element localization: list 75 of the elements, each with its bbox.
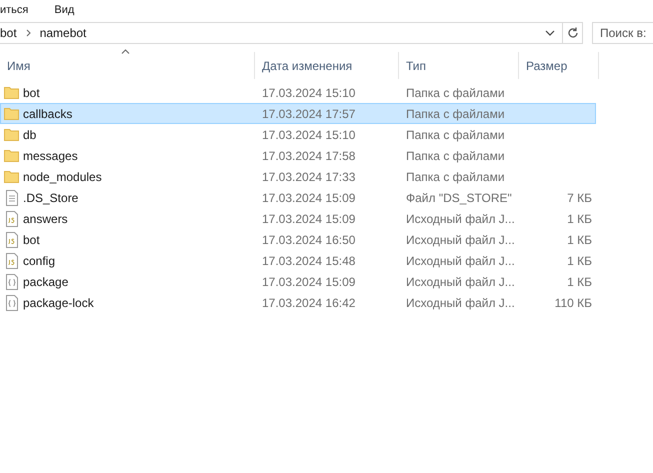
column-header[interactable]: Имя	[0, 52, 255, 79]
menu-item[interactable]: иться	[0, 2, 28, 18]
file-name: db	[23, 126, 36, 144]
file-name: node_modules	[23, 168, 102, 186]
type-cell: Исходный файл J...	[406, 232, 515, 246]
file-row[interactable]: node_modules 17.03.2024 17:33 Папка с файлами	[0, 166, 596, 187]
date-cell: 17.03.2024 16:50	[262, 232, 356, 246]
type-cell: Исходный файл J...	[406, 296, 515, 310]
chevron-down-icon[interactable]	[545, 30, 555, 36]
date-cell: 17.03.2024 17:58	[262, 148, 356, 162]
file-row[interactable]: answers 17.03.2024 15:09 Исходный файл J... 1 КБ	[0, 208, 596, 229]
type-cell: Папка с файлами	[406, 106, 505, 120]
size-cell: 1 КБ	[567, 274, 592, 288]
breadcrumb-item[interactable]: bot	[0, 24, 17, 42]
date-cell: 17.03.2024 15:09	[262, 190, 356, 204]
folder-icon	[4, 84, 19, 100]
file-name: bot	[23, 84, 40, 102]
file-row[interactable]: db 17.03.2024 15:10 Папка с файлами	[0, 124, 596, 145]
type-cell: Исходный файл J...	[406, 254, 515, 268]
file-row[interactable]: bot 17.03.2024 16:50 Исходный файл J... 1 КБ	[0, 229, 596, 250]
date-cell: 17.03.2024 15:09	[262, 274, 356, 288]
file-name: bot	[23, 232, 40, 248]
date-cell: 17.03.2024 16:42	[262, 296, 356, 310]
type-cell: Папка с файлами	[406, 148, 505, 162]
size-cell: 110 КБ	[554, 296, 592, 310]
js-file-icon	[4, 252, 19, 268]
file-row[interactable]: package 17.03.2024 15:09 Исходный файл J... 1 КБ	[0, 271, 596, 292]
file-name: .DS_Store	[23, 190, 78, 206]
breadcrumb-item[interactable]: namebot	[40, 24, 86, 42]
folder-icon	[4, 106, 19, 122]
file-row[interactable]: callbacks 17.03.2024 17:57 Папка с файлами	[0, 103, 596, 124]
file-row[interactable]: package-lock 17.03.2024 16:42 Исходный файл J... 110 КБ	[0, 292, 596, 313]
type-cell: Исходный файл J...	[406, 274, 515, 288]
js-file-icon	[4, 232, 19, 248]
file-name: callbacks	[23, 106, 72, 122]
size-cell: 7 КБ	[567, 190, 592, 204]
type-cell: Файл "DS_STORE"	[406, 190, 512, 204]
address-bar[interactable]: bot namebot	[0, 22, 583, 44]
file-row[interactable]: bot 17.03.2024 15:10 Папка с файлами	[0, 82, 596, 103]
date-cell: 17.03.2024 15:09	[262, 212, 356, 226]
folder-icon	[4, 168, 19, 184]
folder-icon	[4, 148, 19, 164]
date-cell: 17.03.2024 17:57	[262, 106, 356, 120]
file-row[interactable]: messages 17.03.2024 17:58 Папка с файлами	[0, 145, 596, 166]
type-cell: Папка с файлами	[406, 170, 505, 184]
date-cell: 17.03.2024 15:10	[262, 86, 356, 100]
file-name: config	[23, 252, 56, 270]
json-file-icon	[4, 274, 19, 290]
json-file-icon	[4, 294, 19, 310]
date-cell: 17.03.2024 15:48	[262, 254, 356, 268]
file-name: messages	[23, 148, 78, 164]
search-field[interactable]: Поиск в:	[592, 22, 653, 44]
file-row[interactable]: config 17.03.2024 15:48 Исходный файл J... 1 КБ	[0, 250, 596, 271]
chevron-right-icon	[26, 29, 31, 37]
size-cell: 1 КБ	[567, 254, 592, 268]
size-cell: 1 КБ	[567, 232, 592, 246]
file-name: package-lock	[23, 294, 94, 312]
file-name: package	[23, 274, 68, 290]
column-header[interactable]: Тип	[399, 52, 519, 79]
type-cell: Исходный файл J...	[406, 212, 515, 226]
column-header[interactable]: Размер	[519, 52, 599, 79]
size-cell: 1 КБ	[567, 212, 592, 226]
column-header[interactable]: Дата изменения	[255, 52, 399, 79]
type-cell: Папка с файлами	[406, 128, 505, 142]
date-cell: 17.03.2024 17:33	[262, 170, 356, 184]
text-file-icon	[4, 190, 19, 206]
file-row[interactable]: .DS_Store 17.03.2024 15:09 Файл "DS_STORE" 7 КБ	[0, 187, 596, 208]
refresh-icon	[566, 27, 578, 39]
menu-item[interactable]: Вид	[54, 2, 74, 18]
folder-icon	[4, 126, 19, 142]
sort-caret-icon	[121, 49, 130, 54]
date-cell: 17.03.2024 15:10	[262, 128, 356, 142]
type-cell: Папка с файлами	[406, 86, 505, 100]
file-name: answers	[23, 210, 68, 228]
js-file-icon	[4, 210, 19, 226]
